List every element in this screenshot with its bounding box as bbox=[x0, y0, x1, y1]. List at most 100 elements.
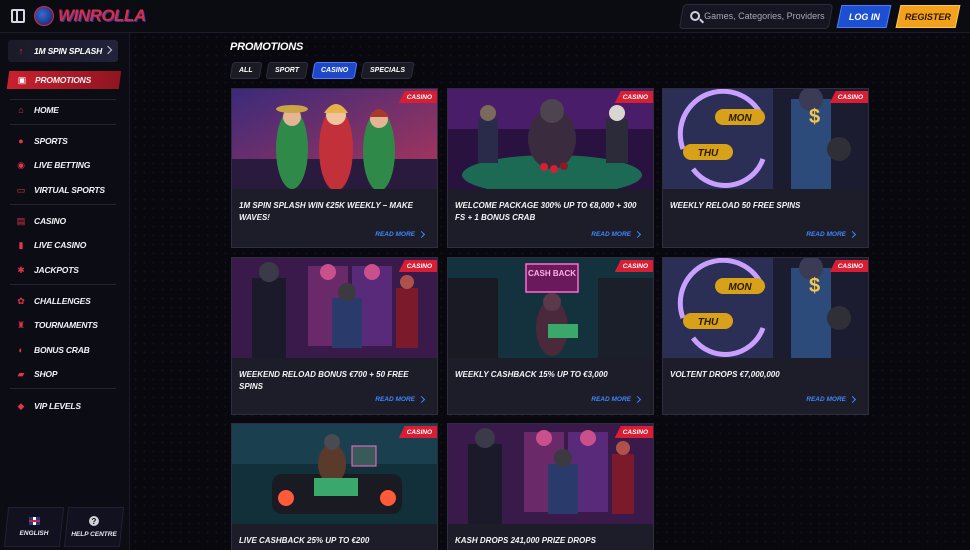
ball-icon: ● bbox=[18, 135, 24, 146]
promo-image-ladies: CASINO bbox=[232, 89, 437, 189]
divider bbox=[10, 388, 116, 389]
svg-text:$: $ bbox=[809, 106, 820, 128]
sidebar-item-vip-levels[interactable]: ◆ VIP LEVELS bbox=[0, 397, 128, 415]
promo-card[interactable]: CASINO WEEKEND RELOAD BONUS €700 + 50 FR… bbox=[231, 257, 438, 415]
divider bbox=[10, 284, 116, 285]
filter-bar: ALL SPORT CASINO SPECIALS bbox=[229, 62, 415, 79]
sidebar-item-casino[interactable]: ▤ CASINO bbox=[0, 212, 128, 230]
sidebar-item-challenges[interactable]: ✿ CHALLENGES bbox=[0, 292, 128, 310]
sidebar-item-live-casino[interactable]: ▮ LIVE CASINO bbox=[0, 236, 128, 254]
sidebar-item-label: PROMOTIONS bbox=[35, 75, 92, 85]
promo-card[interactable]: CASH BACK CASINO WEEKLY CASHBACK 15% UP … bbox=[447, 257, 654, 415]
promo-card[interactable]: MON THU $ CASINO WEEKLY RELOAD 50 FREE S… bbox=[662, 88, 869, 248]
tag-label: CASINO bbox=[406, 428, 432, 436]
tag-label: CASINO bbox=[622, 262, 648, 270]
promo-card[interactable]: CASINO 1M SPIN SPLASH WIN €25K WEEKLY – … bbox=[231, 88, 438, 248]
login-button[interactable]: LOG IN bbox=[836, 5, 892, 28]
promo-card[interactable]: CASINO WELCOME PACKAGE 300% UP TO €8,000… bbox=[447, 88, 654, 248]
sidebar-item-jackpots[interactable]: ✱ JACKPOTS bbox=[0, 261, 128, 279]
help-icon: ? bbox=[89, 516, 99, 526]
trident-icon: ↑ bbox=[18, 45, 24, 56]
virtual-icon: ▭ bbox=[16, 184, 26, 195]
bag-icon: ▰ bbox=[17, 368, 25, 379]
logo[interactable]: WINROLLA bbox=[34, 5, 146, 27]
promo-image-reload: MON THU $ CASINO bbox=[663, 89, 868, 189]
chevron-right-icon bbox=[848, 395, 857, 404]
filter-all[interactable]: ALL bbox=[229, 62, 263, 79]
sidebar-item-home[interactable]: ⌂ HOME bbox=[0, 101, 128, 119]
sidebar-item-label: TOURNAMENTS bbox=[34, 320, 98, 330]
sidebar-item-bonus-crab[interactable]: ◐ BONUS CRAB bbox=[0, 341, 128, 359]
sidebar-item-sports[interactable]: ● SPORTS bbox=[0, 132, 128, 150]
sidebar-item-label: 1M SPIN SPLASH bbox=[34, 46, 103, 56]
category-tag: CASINO bbox=[614, 91, 653, 103]
read-more-label: READ MORE bbox=[591, 231, 631, 238]
filter-casino[interactable]: CASINO bbox=[311, 62, 358, 79]
read-more-link[interactable]: READ MORE bbox=[591, 230, 642, 239]
sidebar-item-tournaments[interactable]: ♜ TOURNAMENTS bbox=[0, 316, 128, 334]
read-more-label: READ MORE bbox=[806, 231, 846, 238]
sidebar-item-label: LIVE BETTING bbox=[34, 160, 91, 170]
main-content: PROMOTIONS ALL SPORT CASINO SPECIALS CAS… bbox=[131, 33, 970, 550]
tag-label: CASINO bbox=[622, 93, 648, 101]
sidebar-item-label: LIVE CASINO bbox=[34, 240, 87, 250]
sidebar-item-label: HOME bbox=[34, 105, 59, 115]
chevron-right-icon bbox=[417, 395, 426, 404]
sidebar-toggle-icon[interactable] bbox=[11, 9, 25, 23]
category-tag: CASINO bbox=[829, 91, 868, 103]
day-badge-thu: THU bbox=[698, 148, 719, 159]
sidebar-footer: ENGLISH ? HELP CENTRE bbox=[0, 507, 128, 550]
search-input[interactable]: Games, Categories, Providers bbox=[678, 4, 834, 29]
read-more-link[interactable]: READ MORE bbox=[806, 230, 857, 239]
chevron-right-icon bbox=[848, 230, 857, 239]
top-bar: WINROLLA Games, Categories, Providers LO… bbox=[0, 0, 970, 33]
tag-label: CASINO bbox=[406, 93, 432, 101]
read-more-link[interactable]: READ MORE bbox=[375, 230, 426, 239]
sidebar-item-label: SHOP bbox=[34, 369, 58, 379]
promo-title: KASH DROPS 241,000 PRIZE DROPS bbox=[455, 536, 596, 545]
language-button[interactable]: ENGLISH bbox=[6, 507, 62, 547]
sidebar-item-virtual-sports[interactable]: ▭ VIRTUAL SPORTS bbox=[0, 181, 128, 199]
promo-image-reload: MON THU $ CASINO bbox=[663, 258, 868, 358]
gift-icon: ▣ bbox=[17, 74, 27, 85]
home-icon: ⌂ bbox=[18, 104, 24, 115]
sidebar-item-spin-splash[interactable]: ↑ 1M SPIN SPLASH bbox=[8, 40, 118, 62]
sidebar-item-shop[interactable]: ▰ SHOP bbox=[0, 365, 128, 383]
language-label: ENGLISH bbox=[19, 530, 49, 537]
sidebar-item-live-betting[interactable]: ◉ LIVE BETTING bbox=[0, 156, 128, 174]
read-more-label: READ MORE bbox=[375, 231, 415, 238]
sidebar-item-label: VIP LEVELS bbox=[34, 401, 81, 411]
promo-title: WEEKEND RELOAD BONUS €700 + 50 FREE SPIN… bbox=[239, 370, 409, 391]
tag-label: CASINO bbox=[622, 428, 648, 436]
promo-title: VOLTENT DROPS €7,000,000 bbox=[670, 370, 780, 379]
read-more-link[interactable]: READ MORE bbox=[591, 395, 642, 404]
sidebar: ↑ 1M SPIN SPLASH ▣ PROMOTIONS ⌂ HOME ● S… bbox=[0, 33, 130, 550]
category-tag: CASINO bbox=[829, 260, 868, 272]
promo-image-slots: CASINO bbox=[448, 424, 653, 524]
filter-sport[interactable]: SPORT bbox=[265, 62, 309, 79]
register-button[interactable]: REGISTER bbox=[895, 5, 961, 28]
read-more-link[interactable]: READ MORE bbox=[375, 395, 426, 404]
diamond-icon: ◆ bbox=[17, 400, 25, 411]
chevron-right-icon bbox=[633, 395, 642, 404]
help-centre-button[interactable]: ? HELP CENTRE bbox=[66, 507, 122, 547]
promo-title: 1M SPIN SPLASH WIN €25K WEEKLY – MAKE WA… bbox=[239, 201, 413, 222]
read-more-label: READ MORE bbox=[806, 396, 846, 403]
divider bbox=[10, 99, 116, 100]
filter-label: SPORT bbox=[274, 67, 299, 74]
category-tag: CASINO bbox=[614, 426, 653, 438]
promo-title: LIVE CASHBACK 25% UP TO €200 bbox=[239, 536, 370, 545]
search-placeholder: Games, Categories, Providers bbox=[704, 11, 825, 21]
filter-specials[interactable]: SPECIALS bbox=[360, 62, 415, 79]
register-label: REGISTER bbox=[904, 11, 951, 22]
promo-title: WELCOME PACKAGE 300% UP TO €8,000 + 300 … bbox=[455, 201, 637, 222]
chevron-right-icon bbox=[103, 45, 113, 55]
promo-card[interactable]: CASINO LIVE CASHBACK 25% UP TO €200 bbox=[231, 423, 438, 550]
day-badge-mon: MON bbox=[728, 113, 752, 124]
read-more-label: READ MORE bbox=[375, 396, 415, 403]
promo-card[interactable]: MON THU $ CASINO VOLTENT DROPS €7,000,00… bbox=[662, 257, 869, 415]
read-more-link[interactable]: READ MORE bbox=[806, 395, 857, 404]
tag-label: CASINO bbox=[406, 262, 432, 270]
promo-card[interactable]: CASINO KASH DROPS 241,000 PRIZE DROPS bbox=[447, 423, 654, 550]
sidebar-item-promotions[interactable]: ▣ PROMOTIONS bbox=[8, 71, 120, 89]
